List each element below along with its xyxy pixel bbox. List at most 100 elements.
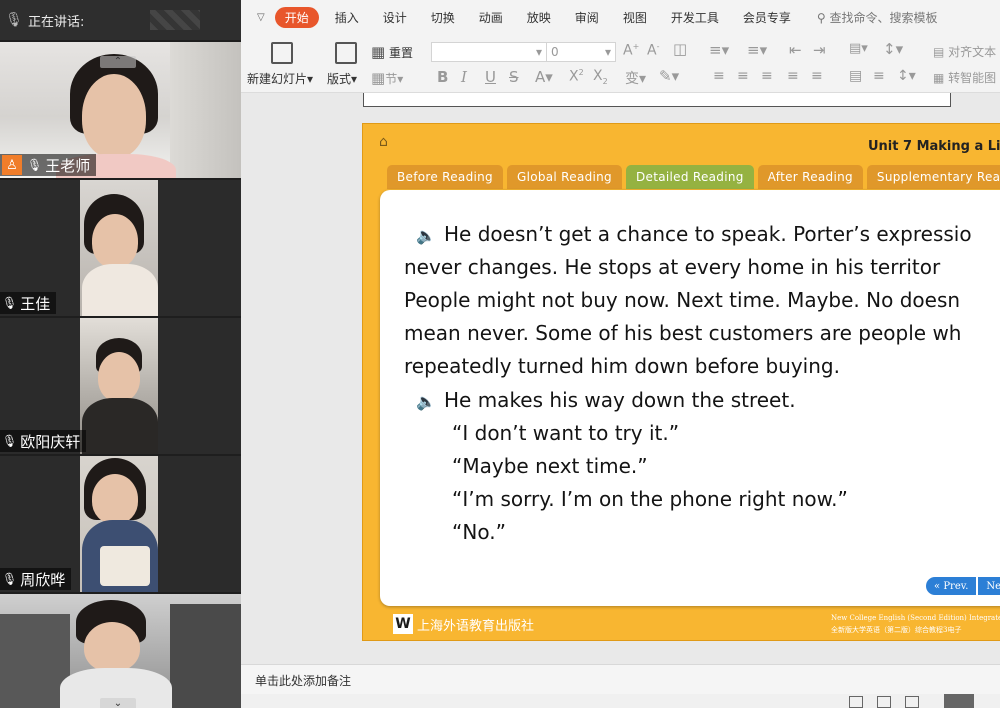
clear-format-icon[interactable]: ◫	[673, 40, 687, 58]
bold-button[interactable]: B	[437, 68, 448, 86]
slide-tab-before-reading[interactable]: Before Reading	[387, 165, 503, 189]
section-button[interactable]: ▦节▾	[371, 69, 403, 87]
paragraph-spacing-icon[interactable]: ≡	[873, 68, 885, 84]
tab-design[interactable]: 设计	[371, 9, 419, 26]
tab-slideshow[interactable]: 放映	[515, 9, 563, 26]
muted-microphone-icon: 🎙	[2, 434, 18, 448]
section-label: 节	[385, 72, 398, 86]
font-color-button[interactable]: A▾	[535, 68, 553, 86]
superscript-button[interactable]: X2	[569, 68, 584, 85]
video-tile-student[interactable]: 🎙 欧阳庆轩	[0, 316, 241, 454]
line-spacing-icon[interactable]: ↕▾	[883, 40, 903, 58]
participant-name-tag: 🎙 王佳	[0, 292, 57, 314]
face	[98, 352, 140, 402]
command-search[interactable]: ⚲ 查找命令、搜索模板	[803, 9, 950, 26]
video-tile-student[interactable]: 🎙 周欣晔	[0, 454, 241, 592]
quote-line-2: “Maybe next time.”	[452, 454, 648, 478]
tab-transitions[interactable]: 切换	[419, 9, 467, 26]
status-bar	[241, 694, 1000, 708]
participant-name-tag: 🎙 周欣晔	[0, 568, 72, 590]
columns-icon[interactable]: ▤	[849, 68, 862, 84]
slide-tab-supplementary-reading[interactable]: Supplementary Rea	[866, 165, 1000, 189]
decrease-indent-icon[interactable]: ⇤	[789, 41, 802, 59]
slide-tab-after-reading[interactable]: After Reading	[757, 165, 863, 189]
slideshow-play-icon[interactable]	[944, 694, 974, 708]
layout-label[interactable]: 版式▾	[327, 70, 357, 87]
new-slide-button[interactable]	[247, 42, 317, 66]
slide-navigation: « Prev. Nex	[925, 576, 1000, 596]
speaker-notes-pane[interactable]: 单击此处添加备注	[241, 664, 1000, 694]
tab-review[interactable]: 审阅	[563, 9, 611, 26]
align-right-icon[interactable]: ≡	[761, 68, 773, 84]
speaker-icon[interactable]: 🔈	[416, 385, 444, 418]
tab-animations[interactable]: 动画	[467, 9, 515, 26]
align-text-button[interactable]: ▤ 对齐文本	[933, 43, 996, 60]
reset-button[interactable]: ▦ 重置	[371, 43, 413, 61]
tab-home[interactable]: 开始	[274, 6, 319, 28]
layout-button[interactable]	[331, 42, 361, 66]
text-direction-icon[interactable]: ▤▾	[849, 41, 868, 56]
smart-shape-button[interactable]: ▦ 转智能图	[933, 69, 996, 86]
distribute-icon[interactable]: ≡	[811, 68, 823, 84]
screen: 🎙 正在讲话: ⌃ ♙ 🎙 王老师 🎙 王佳 🎙 欧阳庆轩 🎙 周欣晔 ⌄ ▽ …	[0, 0, 1000, 708]
participant-name: 欧阳庆轩	[20, 432, 81, 451]
slide-editor-canvas[interactable]: ⌂ Unit 7 Making a Livi Before Reading Gl…	[241, 93, 1000, 664]
align-left-icon[interactable]: ≡	[713, 68, 725, 84]
double-left-arrow-icon: «	[934, 580, 941, 592]
numbered-list-icon[interactable]: ≡▾	[747, 41, 767, 59]
home-icon[interactable]: ⌂	[379, 134, 388, 150]
credit-line-2: 全新版大学英语（第二版）综合教程3电子	[831, 626, 962, 634]
new-slide-label[interactable]: 新建幻灯片▾	[247, 70, 313, 87]
previous-slide-edge	[363, 93, 951, 107]
paragraph-1-line-1: 🔈 He doesn’t get a chance to speak. Porte…	[404, 218, 1000, 252]
highlight-icon[interactable]: ✎▾	[659, 67, 679, 85]
tab-developer-tools[interactable]: 开发工具	[659, 9, 731, 26]
chevron-down-icon: ▾	[604, 45, 611, 59]
increase-indent-icon[interactable]: ⇥	[813, 41, 826, 59]
tab-insert[interactable]: 插入	[323, 9, 371, 26]
bullet-list-icon[interactable]: ≡▾	[709, 41, 729, 59]
underline-button[interactable]: U	[485, 68, 496, 86]
slide-tab-detailed-reading[interactable]: Detailed Reading	[625, 165, 754, 189]
quote-line-4: “No.”	[452, 520, 506, 544]
decrease-font-button[interactable]: A-	[647, 42, 659, 59]
video-tile-teacher[interactable]: ⌃ ♙ 🎙 王老师	[0, 40, 241, 178]
font-family-select[interactable]: ▾	[431, 42, 547, 62]
phonetic-guide-icon[interactable]: 变▾	[625, 68, 646, 88]
speaker-name-blurred	[150, 10, 200, 30]
normal-view-icon[interactable]	[849, 696, 863, 708]
chevron-down-icon[interactable]: ▽	[241, 12, 271, 23]
reset-icon: ▦	[371, 43, 386, 61]
prev-button[interactable]: « Prev.	[925, 576, 978, 596]
slide[interactable]: ⌂ Unit 7 Making a Livi Before Reading Gl…	[362, 123, 1000, 641]
collapse-chevron-icon[interactable]: ⌃	[100, 56, 136, 68]
reset-label: 重置	[389, 46, 414, 60]
font-size-select[interactable]: 0 ▾	[546, 42, 616, 62]
video-tile-student[interactable]: ⌄	[0, 592, 241, 708]
next-button[interactable]: Nex	[977, 576, 1000, 596]
paragraph-text: He doesn’t get a chance to speak. Porter…	[444, 222, 972, 246]
video-tile-student[interactable]: 🎙 王佳	[0, 178, 241, 316]
reading-view-icon[interactable]	[905, 696, 919, 708]
paragraph-1-line-4: mean never. Some of his best customers a…	[404, 321, 962, 345]
publisher-name: 上海外语教育出版社	[417, 618, 535, 634]
align-center-icon[interactable]: ≡	[737, 68, 749, 84]
strikethrough-button[interactable]: S	[509, 68, 519, 86]
notebook	[100, 546, 150, 586]
tab-member-exclusive[interactable]: 会员专享	[731, 9, 803, 26]
align-text-icon: ▤	[933, 45, 945, 59]
speaker-icon[interactable]: 🔈	[416, 219, 444, 252]
slide-sorter-view-icon[interactable]	[877, 696, 891, 708]
tab-view[interactable]: 视图	[611, 9, 659, 26]
reading-card: 🔈 He doesn’t get a chance to speak. Porte…	[380, 190, 1000, 606]
face	[82, 74, 146, 158]
italic-button[interactable]: I	[461, 68, 467, 86]
justify-icon[interactable]: ≡	[787, 68, 799, 84]
expand-chevron-icon[interactable]: ⌄	[100, 698, 136, 708]
toolbar-row-2: 新建幻灯片▾ 版式▾ ▦节▾ B I U S A▾ X2 X2 变▾ ✎▾ ≡ …	[241, 64, 1000, 92]
subscript-button[interactable]: X2	[593, 68, 608, 86]
search-icon: ⚲	[816, 10, 826, 25]
increase-font-button[interactable]: A+	[623, 42, 639, 59]
slide-tab-global-reading[interactable]: Global Reading	[506, 165, 622, 189]
spacing-icon[interactable]: ↕▾	[897, 68, 916, 84]
